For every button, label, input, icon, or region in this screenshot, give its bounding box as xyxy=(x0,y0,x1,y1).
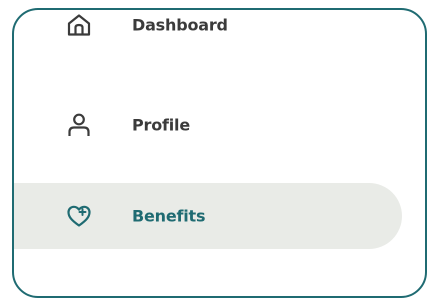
sidebar-item-label: Profile xyxy=(132,115,190,135)
heart-plus-icon xyxy=(67,205,91,227)
sidebar-item-dashboard[interactable]: Dashboard xyxy=(14,10,314,56)
sidebar-nav: Dashboard Profile Benefits xyxy=(12,8,427,298)
sidebar-item-profile[interactable]: Profile xyxy=(14,94,314,156)
sidebar-item-benefits[interactable]: Benefits xyxy=(14,183,402,249)
home-icon xyxy=(67,14,91,36)
sidebar-item-label: Dashboard xyxy=(132,15,228,35)
sidebar-item-label: Benefits xyxy=(132,206,206,226)
user-icon xyxy=(68,113,90,136)
